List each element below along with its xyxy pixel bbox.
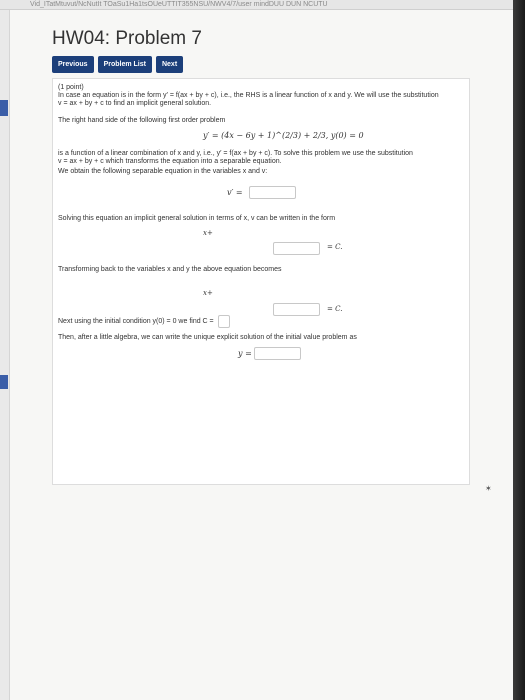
linear-text-2: v = ax + by + c which transforms the equ… [58, 158, 282, 165]
ode-equation: y′ = (4x − 6y + 1)^(2/3) + 2/3, y(0) = 0 [203, 131, 364, 140]
vprime-answer-input[interactable] [249, 186, 296, 199]
implicit-xy-answer-input[interactable] [273, 303, 320, 316]
problem-nav: Previous Problem List Next [52, 56, 184, 73]
mouse-cursor-icon: ✶ [485, 484, 492, 493]
explicit-solution-text: Then, after a little algebra, we can wri… [58, 334, 357, 341]
initial-condition-text: Next using the initial condition y(0) = … [58, 318, 214, 325]
url-text: Vid_ITatMtuvut/NcNutIt TOaSu1Ha1tsOUeUTT… [30, 1, 328, 8]
equals-c-2: = C. [327, 305, 343, 313]
constant-c-answer-input[interactable] [218, 315, 230, 328]
xplus-label-2: x+ [203, 289, 213, 297]
problem-list-button[interactable]: Problem List [97, 56, 152, 73]
transform-text: Transforming back to the variables x and… [58, 266, 282, 273]
next-button[interactable]: Next [155, 56, 184, 73]
sidebar-tab-marker[interactable] [0, 375, 8, 389]
solving-text: Solving this equation an implicit genera… [58, 215, 336, 222]
address-bar[interactable]: Vid_ITatMtuvut/NcNutIt TOaSu1Ha1tsOUeUTT… [0, 0, 513, 10]
explicit-y-answer-input[interactable] [254, 347, 301, 360]
vprime-label: v′ = [227, 188, 243, 197]
left-sidebar [0, 10, 10, 700]
intro-text-2: v = ax + by + c to find an implicit gene… [58, 100, 212, 107]
previous-button[interactable]: Previous [52, 56, 94, 73]
xplus-label-1: x+ [203, 229, 213, 237]
page-title: HW04: Problem 7 [52, 28, 202, 49]
monitor-bezel [513, 0, 525, 700]
sidebar-tab-marker[interactable] [0, 100, 8, 116]
screen: Vid_ITatMtuvut/NcNutIt TOaSu1Ha1tsOUeUTT… [0, 0, 513, 700]
implicit-vx-answer-input[interactable] [273, 242, 320, 255]
separable-text: We obtain the following separable equati… [58, 168, 268, 175]
problem-panel: (1 point) In case an equation is in the … [52, 78, 470, 485]
equals-c-1: = C. [327, 243, 343, 251]
rhs-text: The right hand side of the following fir… [58, 117, 226, 124]
y-equals-label: y = [238, 349, 252, 358]
